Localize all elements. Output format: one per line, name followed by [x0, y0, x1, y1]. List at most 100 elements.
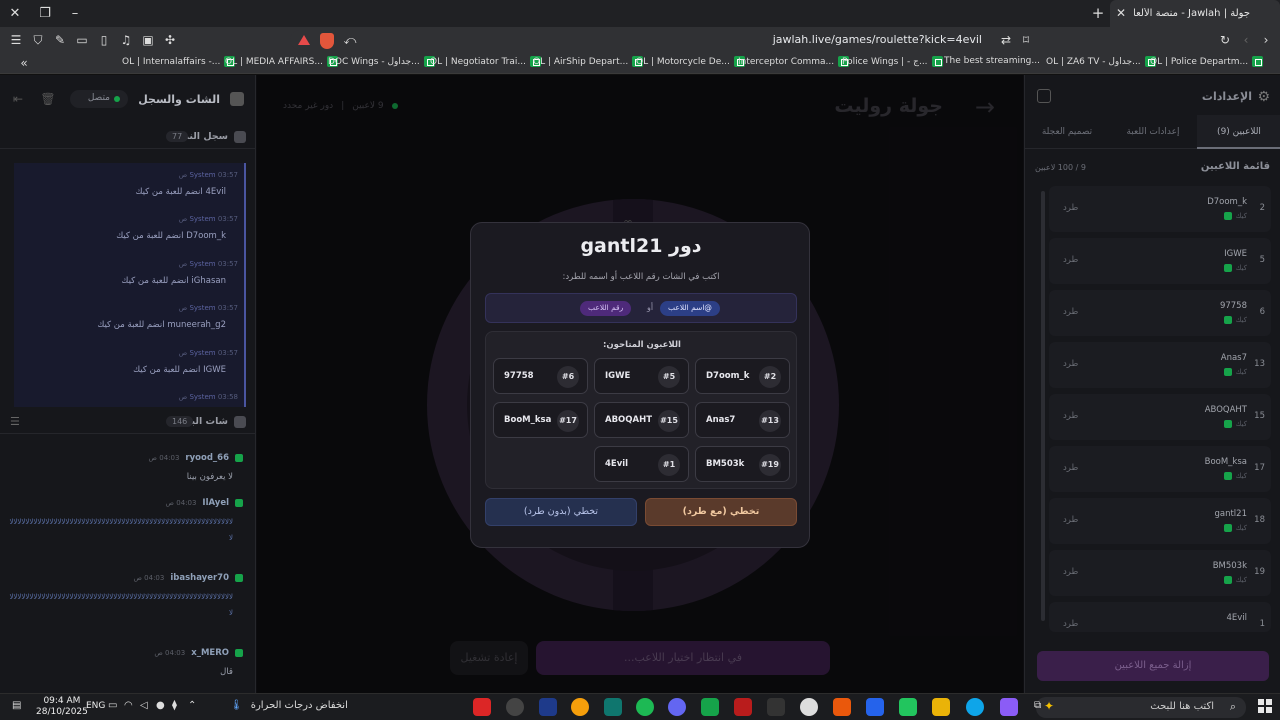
task-view-icon[interactable]: ⧉: [1034, 700, 1041, 711]
app-icon[interactable]: [668, 698, 686, 716]
language-indicator[interactable]: ENG: [86, 701, 105, 711]
tab-wheel-design[interactable]: تصميم العجلة: [1025, 115, 1109, 149]
close-app-icon[interactable]: [473, 698, 491, 716]
app-icon[interactable]: [701, 698, 719, 716]
kick-player-button[interactable]: طرد: [1063, 307, 1078, 317]
outlook-icon[interactable]: [866, 698, 884, 716]
tab-close-icon[interactable]: ✕: [1116, 0, 1126, 27]
player-kick-button[interactable]: #1 4Evil: [594, 446, 689, 482]
app-icon[interactable]: [767, 698, 785, 716]
bookmark-item[interactable]: OL | Police Departm...: [1150, 56, 1264, 67]
extension-icon[interactable]: ✎: [52, 32, 68, 48]
wifi-icon[interactable]: ◠: [124, 700, 133, 711]
notification-icon[interactable]: ▤: [12, 700, 21, 711]
app-icon[interactable]: [734, 698, 752, 716]
kick-player-button[interactable]: طرد: [1063, 411, 1078, 421]
tray-expand-icon[interactable]: ⌃: [188, 700, 196, 711]
chat-username[interactable]: IlAyel: [202, 498, 229, 508]
bookmark-item[interactable]: OL | Internalaffairs -...: [122, 56, 236, 67]
players-scrollbar[interactable]: [1041, 191, 1045, 621]
usb-icon[interactable]: ⧫: [172, 700, 177, 711]
music-icon[interactable]: ♫: [118, 32, 134, 48]
obs-icon[interactable]: [800, 698, 818, 716]
bookmark-item[interactable]: OL | Motorcycle De...: [636, 56, 745, 67]
player-kick-button[interactable]: #13 Anas7: [695, 402, 790, 438]
app-icon[interactable]: [571, 698, 589, 716]
copilot-app-icon[interactable]: [1000, 698, 1018, 716]
store-icon[interactable]: [899, 698, 917, 716]
close-window-icon[interactable]: ✕: [0, 0, 30, 27]
chat-username[interactable]: ibashayer70: [170, 573, 229, 583]
shield-icon[interactable]: ⛉: [30, 32, 46, 48]
brave-shield-icon[interactable]: [320, 33, 334, 49]
collapse-panel-icon[interactable]: ⇤: [10, 91, 26, 107]
kick-player-button[interactable]: طرد: [1063, 203, 1078, 213]
network-icon[interactable]: ▭: [108, 700, 117, 711]
file-explorer-icon[interactable]: [932, 698, 950, 716]
wallet-icon[interactable]: ▭: [74, 32, 90, 48]
reload-icon[interactable]: ↻: [1217, 32, 1233, 48]
player-kick-button[interactable]: #19 BM503k: [695, 446, 790, 482]
chat-username[interactable]: ryood_66: [185, 453, 229, 463]
terminal-icon[interactable]: [604, 698, 622, 716]
restore-window-icon[interactable]: ❐: [30, 0, 60, 27]
bookmark-item[interactable]: OL | ZA6 TV - جداول...: [1046, 56, 1156, 67]
bookmark-item[interactable]: The best streaming...: [944, 56, 1040, 66]
taskbar-search[interactable]: ⌕ اكتب هنا للبحث ✦: [1036, 697, 1246, 718]
browser-tab[interactable]: ✕ جولة | Jawlah - منصة الألعاب التفا: [1110, 0, 1280, 27]
bookmarks-more-icon[interactable]: «: [16, 55, 32, 71]
filter-icon[interactable]: ☰: [10, 415, 20, 428]
sidebar-icon[interactable]: ▯: [96, 32, 112, 48]
new-tab-button[interactable]: +: [1088, 0, 1108, 27]
kick-player-button[interactable]: طرد: [1063, 255, 1078, 265]
live-chat-header[interactable]: شات البث 146 ☰: [0, 412, 256, 434]
chat-username[interactable]: x_MERO: [191, 648, 229, 658]
volume-icon[interactable]: ◁: [140, 700, 148, 711]
app-icon[interactable]: [506, 698, 524, 716]
skip-with-kick-button[interactable]: تخطي (مع طرد): [645, 498, 797, 526]
tab-game-settings[interactable]: إعدادات اللعبة: [1111, 115, 1195, 149]
puzzle-icon[interactable]: ✣: [162, 32, 178, 48]
bookmark-item[interactable]: DOC Wings - جداول...: [328, 56, 435, 67]
mic-icon[interactable]: ●: [156, 700, 165, 711]
kick-player-button[interactable]: طرد: [1063, 567, 1078, 577]
tab-icon[interactable]: ▣: [140, 32, 156, 48]
edge-icon[interactable]: [966, 698, 984, 716]
share-icon[interactable]: ⤺: [342, 32, 358, 48]
player-kick-button[interactable]: #6 97758: [493, 358, 588, 394]
menu-icon[interactable]: ☰: [8, 32, 24, 48]
forward-icon[interactable]: ›: [1258, 32, 1274, 48]
bookmark-item[interactable]: OL | Negotiator Trai...: [430, 56, 541, 67]
remove-all-players-button[interactable]: إزالة جميع اللاعبين: [1037, 651, 1269, 681]
system-log-header[interactable]: سجل النظام 77: [0, 127, 256, 149]
settings-tabs: اللاعبين (9) إعدادات اللعبة تصميم العجلة: [1025, 115, 1280, 149]
bookmark-item[interactable]: OL | AirShip Depart...: [533, 56, 644, 67]
kick-player-button[interactable]: طرد: [1063, 619, 1078, 629]
bookmark-item[interactable]: Police Wings | - ج...: [842, 56, 943, 67]
taskbar-clock[interactable]: 09:4 AM 28/10/2025: [36, 696, 88, 718]
back-icon[interactable]: ‹: [1238, 32, 1254, 48]
minimize-window-icon[interactable]: –: [60, 0, 90, 27]
player-kick-button[interactable]: #15 ABOQAHT: [594, 402, 689, 438]
weather-widget[interactable]: انخفاض درجات الحرارة 🌡: [230, 700, 348, 711]
address-bar[interactable]: ⤺ jawlah.live/games/roulette?kick=4evil …: [290, 30, 1011, 50]
start-button[interactable]: [1258, 699, 1272, 713]
kick-player-button[interactable]: طرد: [1063, 515, 1078, 525]
trash-icon[interactable]: 🗑: [40, 91, 56, 107]
player-kick-button[interactable]: #5 IGWE: [594, 358, 689, 394]
kick-player-button[interactable]: طرد: [1063, 359, 1078, 369]
player-kick-button[interactable]: #2 D7oom_k: [695, 358, 790, 394]
collapse-panel-icon[interactable]: [1037, 89, 1051, 103]
brave-icon[interactable]: [833, 698, 851, 716]
player-kick-button[interactable]: #17 BooM_ksa: [493, 402, 588, 438]
alert-icon[interactable]: [298, 35, 310, 45]
tab-players[interactable]: اللاعبين (9): [1197, 115, 1280, 149]
spotify-icon[interactable]: [636, 698, 654, 716]
steam-icon[interactable]: [539, 698, 557, 716]
bookmark-item[interactable]: OL | MEDIA AFFAIRS...: [225, 56, 338, 67]
bookmark-icon[interactable]: ⌑: [1018, 32, 1034, 48]
kick-player-button[interactable]: طرد: [1063, 463, 1078, 473]
bookmark-item[interactable]: Interceptor Comma...: [738, 56, 850, 67]
page-settings-icon[interactable]: ⇄: [998, 32, 1014, 48]
skip-without-kick-button[interactable]: تخطي (بدون طرد): [485, 498, 637, 526]
